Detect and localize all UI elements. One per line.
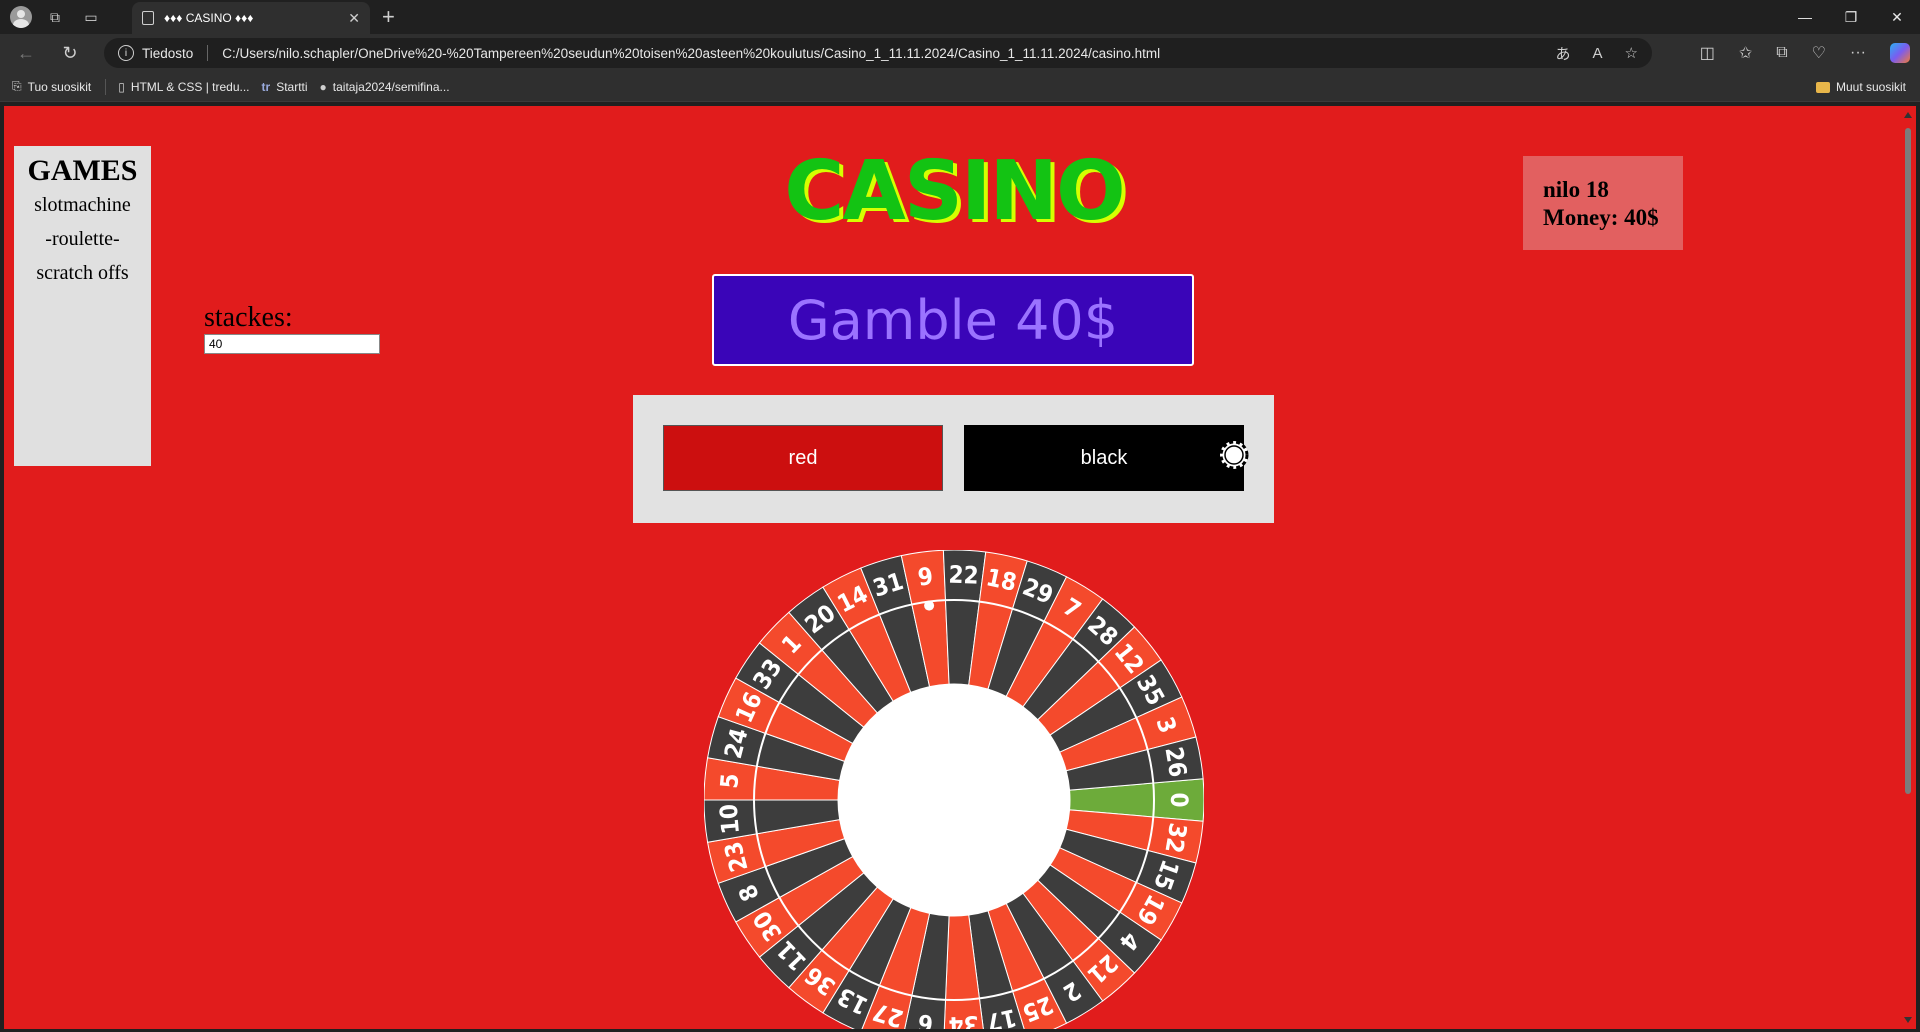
game-link-scratch-offs[interactable]: scratch offs (14, 256, 151, 290)
favorite-star-icon[interactable]: ☆ (1625, 44, 1638, 62)
casino-logo: CASINO (784, 144, 1126, 239)
address-bar-row: ← ↻ i Tiedosto C:/Users/nilo.schapler/On… (0, 34, 1920, 72)
translate-icon[interactable]: あ (1556, 43, 1571, 64)
more-options-icon[interactable]: ··· (1850, 44, 1866, 62)
restore-icon[interactable]: ❐ (1828, 0, 1874, 34)
player-info: nilo 18 Money: 40$ (1523, 156, 1683, 250)
bookmark-startti[interactable]: tr Startti (262, 80, 308, 94)
wheel-number: 34 (948, 1010, 979, 1029)
address-bar[interactable]: i Tiedosto C:/Users/nilo.schapler/OneDri… (104, 38, 1652, 68)
workspaces-icon[interactable]: ⧉ (42, 4, 68, 30)
minimize-icon[interactable]: — (1782, 0, 1828, 34)
favorites-icon[interactable]: ✩ (1739, 43, 1752, 63)
stake-label: stackes: (204, 302, 293, 333)
wheel-number: 22 (948, 561, 979, 590)
address-separator (207, 45, 209, 61)
wheel-center (838, 684, 1070, 916)
other-favorites-label: Muut suosikit (1835, 80, 1906, 94)
games-sidebar: GAMES slotmachine -roulette- scratch off… (14, 146, 151, 466)
game-link-roulette[interactable]: -roulette- (14, 222, 151, 256)
bookmark-label: Tuo suosikit (27, 79, 92, 94)
browser-essentials-icon[interactable]: ♡ (1812, 43, 1826, 63)
tab-actions-icon[interactable]: ▭ (78, 4, 104, 30)
window-controls: — ❐ ✕ (1782, 0, 1920, 34)
document-icon: ▯ (118, 79, 125, 94)
browser-tab[interactable]: ♦♦♦ CASINO ♦♦♦ ✕ (132, 2, 370, 34)
collections-icon[interactable]: ⧉ (1776, 44, 1787, 62)
roulette-ball (924, 600, 935, 611)
read-aloud-icon[interactable]: A (1593, 45, 1603, 62)
address-scheme: Tiedosto (142, 45, 194, 61)
bookmarks-bar: ⎘ Tuo suosikit ▯ HTML & CSS | tredu... t… (0, 72, 1920, 102)
stake-input[interactable] (204, 334, 380, 354)
startti-logo-icon: tr (261, 79, 271, 94)
bookmark-html-css[interactable]: ▯ HTML & CSS | tredu... (118, 80, 249, 94)
bookmark-label: HTML & CSS | tredu... (130, 79, 250, 94)
bet-black-button[interactable]: black (964, 425, 1244, 491)
page-scrollbar[interactable] (1900, 106, 1916, 1029)
split-screen-icon[interactable]: ◫ (1700, 43, 1715, 63)
new-tab-icon[interactable]: + (382, 4, 395, 30)
game-link-slotmachine[interactable]: slotmachine (14, 188, 151, 222)
roulette-wheel: 0321519421225173462713361130823105241633… (704, 550, 1204, 1029)
scroll-up-icon[interactable] (1904, 112, 1912, 118)
chip-icon (1219, 440, 1249, 470)
github-icon: ● (319, 79, 327, 94)
page-icon (142, 11, 154, 25)
bet-red-button[interactable]: red (663, 425, 943, 491)
wheel-number: 26 (1159, 745, 1192, 779)
folder-icon (1815, 81, 1830, 93)
bookmark-label: Startti (276, 79, 308, 94)
refresh-icon[interactable]: ↻ (52, 38, 88, 68)
player-name: nilo 18 (1543, 177, 1609, 202)
games-heading: GAMES (27, 154, 138, 187)
bookmark-import-favorites[interactable]: ⎘ Tuo suosikit (12, 79, 91, 94)
scroll-down-icon[interactable] (1904, 1017, 1912, 1023)
wheel-number: 0 (1165, 792, 1193, 807)
address-url[interactable]: C:/Users/nilo.schapler/OneDrive%20-%20Ta… (222, 46, 1160, 61)
bookmark-label: taitaja2024/semifina... (332, 79, 450, 94)
player-money: Money: 40$ (1543, 205, 1659, 230)
browser-tab-bar: ⧉ ▭ ♦♦♦ CASINO ♦♦♦ ✕ + — ❐ ✕ (0, 0, 1920, 34)
site-info-icon[interactable]: i (118, 45, 134, 61)
gamble-button[interactable]: Gamble 40$ (712, 274, 1194, 366)
close-window-icon[interactable]: ✕ (1874, 0, 1920, 34)
copilot-icon[interactable] (1890, 43, 1910, 63)
wheel-number: 32 (1159, 821, 1192, 855)
wheel-number: 10 (715, 803, 745, 835)
close-tab-icon[interactable]: ✕ (348, 10, 360, 27)
scrollbar-thumb[interactable] (1905, 128, 1911, 794)
bookmark-separator (105, 78, 107, 95)
wheel-number: 5 (715, 772, 744, 789)
tab-title: ♦♦♦ CASINO ♦♦♦ (164, 11, 254, 25)
profile-avatar-icon[interactable] (10, 6, 32, 28)
bookmark-github[interactable]: ● taitaja2024/semifina... (320, 80, 450, 94)
import-favorites-icon: ⎘ (12, 79, 22, 93)
bet-panel: red black (633, 395, 1274, 523)
page-viewport: GAMES slotmachine -roulette- scratch off… (4, 106, 1900, 1029)
back-icon[interactable]: ← (8, 38, 44, 68)
other-favorites[interactable]: Muut suosikit (1815, 72, 1906, 102)
stake-group: stackes: (204, 302, 380, 354)
